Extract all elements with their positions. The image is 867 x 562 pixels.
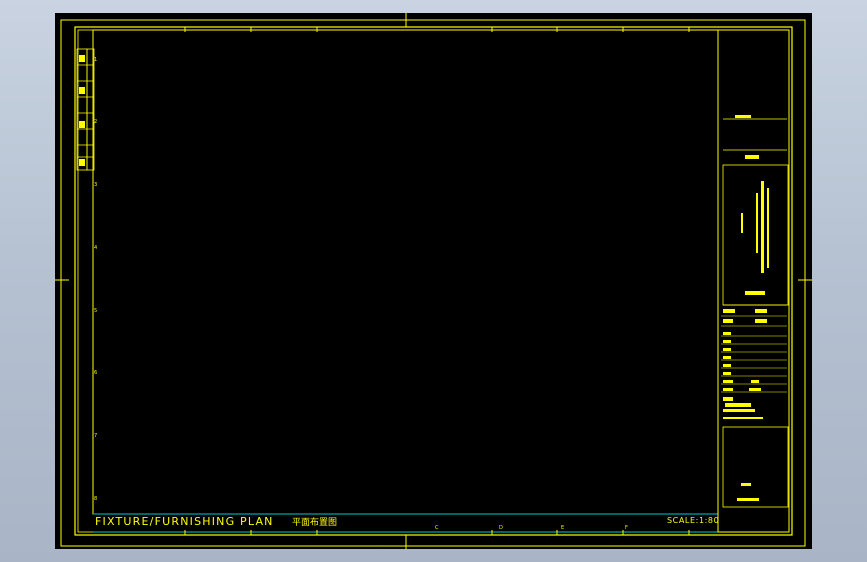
outer-frame: [60, 19, 806, 547]
drawing-viewport[interactable]: 1 2 3 4 5 6 7 8 C D E F FIXTURE/FURNISHI…: [55, 13, 812, 549]
bottom-grid-labels: C D E F: [435, 525, 628, 531]
svg-text:1: 1: [94, 57, 97, 63]
sheet-border-inner: [77, 29, 790, 533]
svg-text:E: E: [561, 525, 564, 531]
svg-text:7: 7: [94, 433, 97, 439]
svg-text:C: C: [435, 525, 439, 531]
drawing-title: FIXTURE/FURNISHING PLAN: [95, 515, 274, 528]
svg-text:5: 5: [94, 308, 97, 314]
drawing-title-cn: 平面布置图: [292, 518, 338, 528]
left-grid-labels: 1 2 3 4 5 6 7 8: [94, 57, 97, 502]
svg-text:8: 8: [94, 496, 97, 502]
drawing-area: [92, 29, 719, 515]
drawing-scale: SCALE:1:80: [667, 516, 720, 525]
cad-drawing-canvas[interactable]: 1 2 3 4 5 6 7 8 C D E F: [55, 13, 812, 549]
svg-text:2: 2: [94, 119, 97, 125]
svg-text:F: F: [625, 525, 628, 531]
svg-text:3: 3: [94, 182, 97, 188]
svg-text:D: D: [499, 525, 503, 531]
svg-text:4: 4: [94, 245, 97, 251]
sheet-border: [74, 26, 793, 536]
svg-text:6: 6: [94, 370, 97, 376]
left-stamp-column: [76, 48, 95, 171]
title-block: [717, 29, 790, 533]
